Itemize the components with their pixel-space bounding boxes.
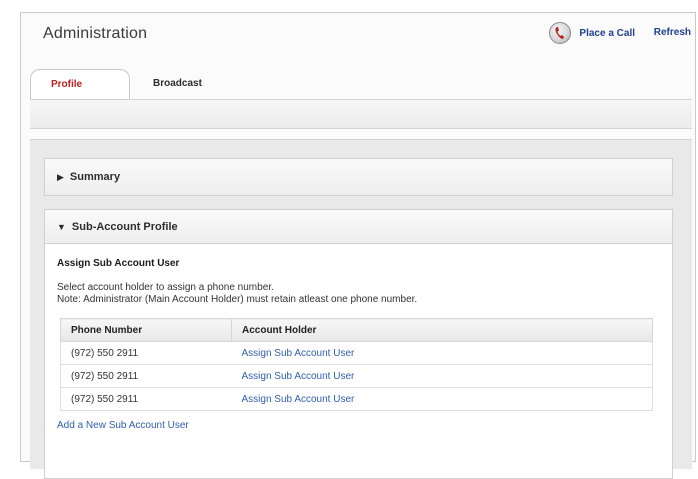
- assign-user-link[interactable]: Assign Sub Account User: [242, 348, 355, 359]
- assign-user-cell: Assign Sub Account User: [231, 364, 653, 388]
- table-header-row: Phone Number Account Holder: [60, 318, 653, 342]
- assign-user-link[interactable]: Assign Sub Account User: [242, 394, 355, 405]
- table-row: (972) 550 2911 Assign Sub Account User: [60, 387, 653, 411]
- sub-account-panel: ▼ Sub-Account Profile Assign Sub Account…: [44, 209, 673, 479]
- sub-account-body: Assign Sub Account User Select account h…: [45, 244, 672, 443]
- assign-user-link[interactable]: Assign Sub Account User: [242, 371, 355, 382]
- column-header-account-holder: Account Holder: [231, 318, 653, 342]
- sub-account-panel-header[interactable]: ▼ Sub-Account Profile: [45, 210, 672, 244]
- instructions-line-1: Select account holder to assign a phone …: [57, 282, 274, 293]
- phone-icon: [549, 22, 572, 44]
- phone-number-cell: (972) 550 2911: [60, 387, 232, 411]
- phone-assignment-table: Phone Number Account Holder (972) 550 29…: [60, 318, 653, 411]
- header: Administration Place a Call Refresh: [21, 13, 695, 59]
- profile-content: ▶ Summary ▼ Sub-Account Profile Assign S…: [30, 139, 692, 479]
- place-call-label: Place a Call: [579, 27, 635, 39]
- assign-user-cell: Assign Sub Account User: [231, 341, 653, 365]
- tab-profile[interactable]: Profile: [30, 69, 130, 99]
- column-header-phone: Phone Number: [60, 318, 232, 342]
- summary-panel: ▶ Summary: [44, 158, 673, 196]
- phone-number-cell: (972) 550 2911: [60, 364, 232, 388]
- refresh-link[interactable]: Refresh: [654, 27, 691, 38]
- tab-strip: Profile Broadcast: [30, 69, 692, 99]
- triangle-down-icon: ▼: [57, 221, 66, 232]
- instructions: Select account holder to assign a phone …: [57, 282, 660, 306]
- admin-window: Administration Place a Call Refresh Prof…: [20, 12, 696, 479]
- summary-panel-header[interactable]: ▶ Summary: [45, 159, 672, 195]
- table-row: (972) 550 2911 Assign Sub Account User: [60, 364, 653, 388]
- instructions-line-2: Note: Administrator (Main Account Holder…: [57, 294, 418, 305]
- place-call-button[interactable]: Place a Call: [549, 22, 635, 44]
- tab-toolbar: [30, 99, 692, 129]
- table-row: (972) 550 2911 Assign Sub Account User: [60, 341, 653, 365]
- summary-title: Summary: [69, 171, 121, 183]
- sub-account-title: Sub-Account Profile: [71, 220, 178, 233]
- phone-number-cell: (972) 550 2911: [60, 341, 232, 365]
- add-sub-account-user-link[interactable]: Add a New Sub Account User: [57, 420, 189, 431]
- section-title: Assign Sub Account User: [57, 258, 180, 269]
- page-title: Administration: [43, 25, 148, 42]
- assign-user-cell: Assign Sub Account User: [231, 387, 653, 411]
- triangle-right-icon: ▶: [57, 171, 64, 182]
- tab-broadcast[interactable]: Broadcast: [153, 69, 243, 99]
